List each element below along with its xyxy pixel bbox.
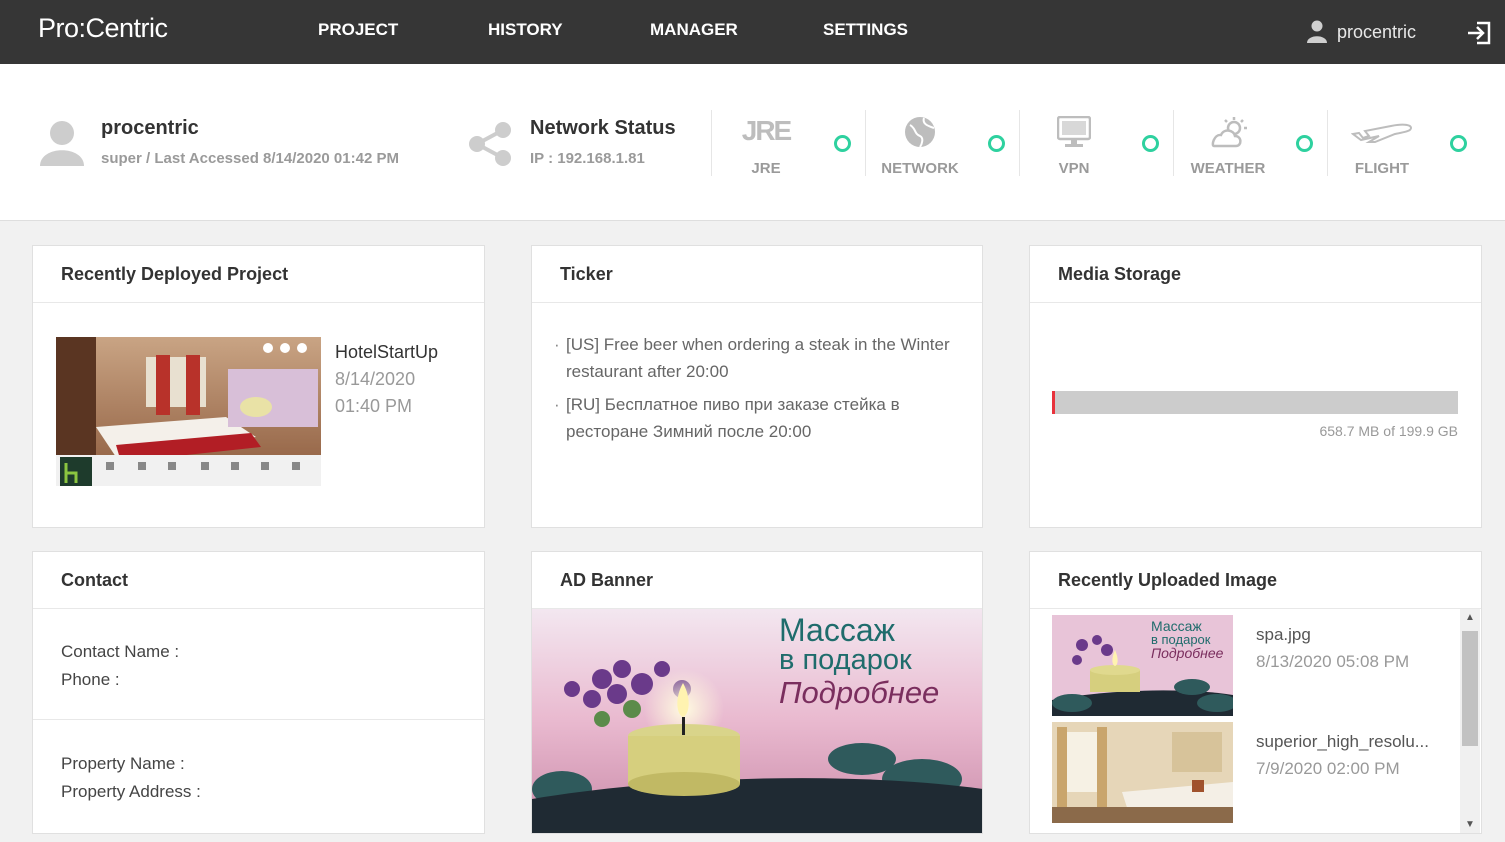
divider bbox=[33, 719, 484, 720]
ad-banner-image[interactable]: Массаж в подарок Подробнее bbox=[532, 609, 982, 833]
storage-progress-bar bbox=[1052, 391, 1458, 414]
panel-title: Recently Uploaded Image bbox=[1030, 552, 1481, 609]
status-strip: procentric super / Last Accessed 8/14/20… bbox=[0, 64, 1505, 221]
service-label: WEATHER bbox=[1190, 160, 1266, 177]
banner-text-line3: Подробнее bbox=[779, 675, 940, 710]
logout-button[interactable] bbox=[1466, 21, 1492, 50]
service-vpn: VPN bbox=[1019, 110, 1173, 177]
image-thumbnail[interactable]: Массаж в подарок Подробнее bbox=[1052, 615, 1233, 716]
banner-text-line2: в подарок bbox=[779, 644, 912, 676]
nav-settings[interactable]: SETTINGS bbox=[823, 20, 908, 40]
image-name: superior_high_resolu... bbox=[1256, 732, 1429, 751]
service-weather: WEATHER bbox=[1173, 110, 1327, 177]
network-status-title: Network Status bbox=[530, 117, 676, 139]
nav-history[interactable]: HISTORY bbox=[488, 20, 563, 40]
nav-manager[interactable]: MANAGER bbox=[650, 20, 738, 40]
image-date: 7/9/2020 02:00 PM bbox=[1256, 759, 1400, 778]
storage-progress-fill bbox=[1052, 391, 1055, 414]
contact-panel: Contact Contact Name : Phone : Property … bbox=[32, 551, 485, 834]
service-jre: JRE JRE bbox=[711, 110, 865, 177]
panel-title: Media Storage bbox=[1030, 246, 1481, 303]
scroll-up-icon[interactable]: ▲ bbox=[1460, 609, 1480, 627]
app-logo[interactable]: Pro:Centric bbox=[38, 13, 168, 44]
ticker-item: [US] Free beer when ordering a steak in … bbox=[554, 331, 954, 385]
scroll-down-icon[interactable]: ▼ bbox=[1460, 816, 1480, 833]
image-name: spa.jpg bbox=[1256, 625, 1311, 644]
image-date: 8/13/2020 05:08 PM bbox=[1256, 652, 1410, 671]
service-network: NETWORK bbox=[865, 110, 1019, 177]
phone-label: Phone : bbox=[61, 670, 120, 689]
service-label: JRE bbox=[751, 160, 781, 177]
status-indicator bbox=[1296, 135, 1313, 152]
ticker-item: [RU] Бесплатное пиво при заказе стейка в… bbox=[554, 391, 954, 445]
username-label: procentric bbox=[1337, 21, 1417, 42]
ad-banner-panel: AD Banner Массаж в подарок Подробнее bbox=[531, 551, 983, 834]
share-network-icon bbox=[469, 122, 511, 166]
status-indicator bbox=[834, 135, 851, 152]
project-name: HotelStartUp bbox=[335, 342, 439, 362]
panel-title: Ticker bbox=[532, 246, 982, 303]
panel-title: Recently Deployed Project bbox=[33, 246, 484, 303]
project-thumbnail[interactable] bbox=[56, 337, 321, 486]
ticker-panel: Ticker [US] Free beer when ordering a st… bbox=[531, 245, 983, 528]
property-address-label: Property Address : bbox=[61, 782, 201, 801]
panel-title: Contact bbox=[33, 552, 484, 609]
list-item[interactable]: Массаж в подарок Подробнее spa.jpg 8/13/… bbox=[1052, 615, 1452, 716]
contact-name-label: Contact Name : bbox=[61, 642, 180, 661]
images-scrollbar[interactable]: ▲ ▼ bbox=[1460, 609, 1480, 833]
user-avatar-icon bbox=[40, 121, 84, 166]
airplane-icon bbox=[1351, 123, 1413, 143]
jre-icon: JRE bbox=[741, 115, 792, 146]
project-date: 8/14/2020 bbox=[335, 369, 416, 389]
nav-project[interactable]: PROJECT bbox=[318, 20, 398, 40]
user-menu[interactable]: procentric bbox=[1307, 20, 1416, 44]
contact-section: Contact Name : Phone : bbox=[33, 638, 484, 694]
banner-text-line1: Массаж bbox=[779, 612, 896, 648]
network-ip: IP : 192.168.1.81 bbox=[530, 150, 645, 167]
service-label: FLIGHT bbox=[1354, 160, 1410, 177]
scroll-thumb[interactable] bbox=[1462, 631, 1478, 746]
top-nav-bar: Pro:Centric PROJECT HISTORY MANAGER SETT… bbox=[0, 0, 1505, 64]
panel-title: AD Banner bbox=[532, 552, 982, 609]
property-name-label: Property Name : bbox=[61, 754, 185, 773]
property-section: Property Name : Property Address : bbox=[33, 750, 484, 806]
status-indicator bbox=[1142, 135, 1159, 152]
ticker-list: [US] Free beer when ordering a steak in … bbox=[554, 331, 954, 451]
media-storage-panel: Media Storage 658.7 MB of 199.9 GB bbox=[1029, 245, 1482, 528]
monitor-icon bbox=[1057, 116, 1091, 147]
recent-project-panel: Recently Deployed Project HotelStartUp 8… bbox=[32, 245, 485, 528]
status-user-name: procentric bbox=[101, 117, 199, 139]
status-indicator bbox=[988, 135, 1005, 152]
service-label: VPN bbox=[1058, 160, 1090, 177]
list-item[interactable]: superior_high_resolu... 7/9/2020 02:00 P… bbox=[1052, 722, 1452, 823]
status-indicator bbox=[1450, 135, 1467, 152]
project-time: 01:40 PM bbox=[335, 396, 413, 416]
globe-icon bbox=[905, 117, 935, 148]
user-icon bbox=[1307, 20, 1327, 43]
service-label: NETWORK bbox=[881, 160, 959, 177]
image-thumbnail[interactable] bbox=[1052, 722, 1233, 823]
recent-images-panel: Recently Uploaded Image Массаж в подарок… bbox=[1029, 551, 1482, 834]
storage-usage-text: 658.7 MB of 199.9 GB bbox=[1319, 423, 1458, 439]
weather-icon bbox=[1211, 117, 1247, 148]
status-user-sub: super / Last Accessed 8/14/2020 01:42 PM bbox=[101, 150, 399, 167]
thumb-text: Подробнее bbox=[1151, 645, 1224, 661]
logout-icon bbox=[1468, 21, 1491, 45]
service-flight: FLIGHT bbox=[1327, 110, 1481, 177]
